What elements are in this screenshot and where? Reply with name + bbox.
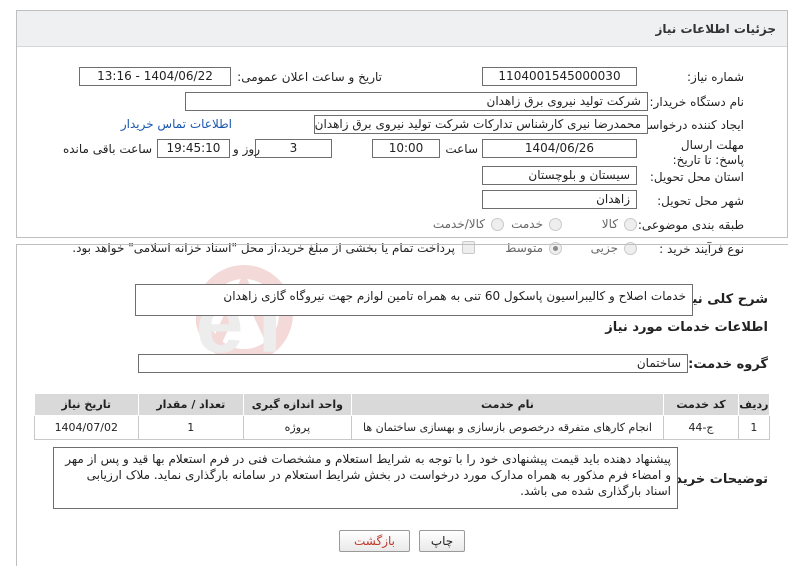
table-row: 1 ج-44 انجام کارهای متفرقه درخصوص بازساز…: [34, 415, 771, 440]
deadline-time-field: 10:00: [372, 139, 440, 158]
deadline-label: مهلت ارسال پاسخ: تا تاریخ:: [672, 138, 744, 167]
back-button[interactable]: بازگشت: [339, 530, 410, 552]
announce-date-field: 1404/06/22 - 13:16: [79, 67, 231, 86]
buyer-contact-link[interactable]: اطلاعات تماس خریدار: [121, 117, 232, 131]
category-service-radio[interactable]: [549, 218, 562, 231]
cell-service-name: انجام کارهای متفرقه درخصوص بازسازی و بهس…: [350, 415, 665, 440]
category-service-label: خدمت: [511, 217, 543, 231]
services-table: ردیف کد خدمت نام خدمت واحد اندازه گیری ت…: [34, 393, 771, 440]
remaining-time-label: ساعت باقی مانده: [62, 142, 152, 156]
city-field: زاهدان: [482, 190, 637, 209]
panel-header: جزئیات اطلاعات نیاز: [17, 11, 787, 47]
services-title: اطلاعات خدمات مورد نیاز: [605, 320, 768, 335]
province-field: سیستان و بلوچستان: [482, 166, 637, 185]
panel-title: جزئیات اطلاعات نیاز: [655, 22, 776, 36]
buyer-org-field: شرکت تولید نیروی برق زاهدان: [185, 92, 648, 111]
table-header-row: ردیف کد خدمت نام خدمت واحد اندازه گیری ت…: [34, 393, 771, 416]
category-goods-label: کالا: [601, 217, 618, 231]
cell-quantity: 1: [137, 415, 245, 440]
cell-row: 1: [737, 415, 771, 440]
need-number-field: 1104001545000030: [482, 67, 637, 86]
col-unit: واحد اندازه گیری: [243, 393, 352, 416]
col-service-name: نام خدمت: [350, 393, 665, 416]
col-service-code: کد خدمت: [663, 393, 739, 416]
summary-text: خدمات اصلاح و کالیبراسیون پاسکول 60 تنی …: [135, 284, 693, 316]
service-group-label: گروه خدمت:: [688, 357, 768, 372]
cell-unit: پروژه: [243, 415, 352, 440]
col-need-date: تاریخ نیاز: [34, 393, 139, 416]
deadline-date-field: 1404/06/26: [482, 139, 637, 158]
buyer-notes-value: پیشنهاد دهنده باید قیمت پیشنهادی خود را …: [65, 452, 671, 498]
category-goods-service-label: کالا/خدمت: [432, 217, 485, 231]
service-group-field: ساختمان: [138, 354, 688, 373]
print-button[interactable]: چاپ: [419, 530, 465, 552]
city-label: شهر محل تحویل:: [657, 194, 744, 208]
category-goods-radio[interactable]: [624, 218, 637, 231]
need-number-label: شماره نیاز:: [687, 70, 744, 84]
category-goods-service-radio[interactable]: [491, 218, 504, 231]
cell-need-date: 1404/07/02: [34, 415, 139, 440]
creator-field: محمدرضا نیری کارشناس تدارکات شرکت تولید …: [314, 115, 648, 134]
deadline-time-label: ساعت: [445, 142, 478, 156]
remaining-time-field: 19:45:10: [157, 139, 230, 158]
days-label: روز و: [233, 142, 260, 156]
buyer-org-label: نام دستگاه خریدار:: [649, 95, 745, 109]
creator-label: ایجاد کننده درخواست:: [633, 118, 744, 132]
announce-date-label: تاریخ و ساعت اعلان عمومی:: [237, 70, 382, 84]
col-row: ردیف: [737, 393, 771, 416]
days-field: 3: [255, 139, 332, 158]
col-quantity: تعداد / مقدار: [137, 393, 245, 416]
buyer-notes-text: پیشنهاد دهنده باید قیمت پیشنهادی خود را …: [53, 447, 678, 509]
cell-service-code: ج-44: [663, 415, 739, 440]
category-label: طبقه بندی موضوعی:: [637, 218, 744, 232]
province-label: استان محل تحویل:: [649, 170, 744, 184]
summary-text-value: خدمات اصلاح و کالیبراسیون پاسکول 60 تنی …: [223, 289, 686, 303]
